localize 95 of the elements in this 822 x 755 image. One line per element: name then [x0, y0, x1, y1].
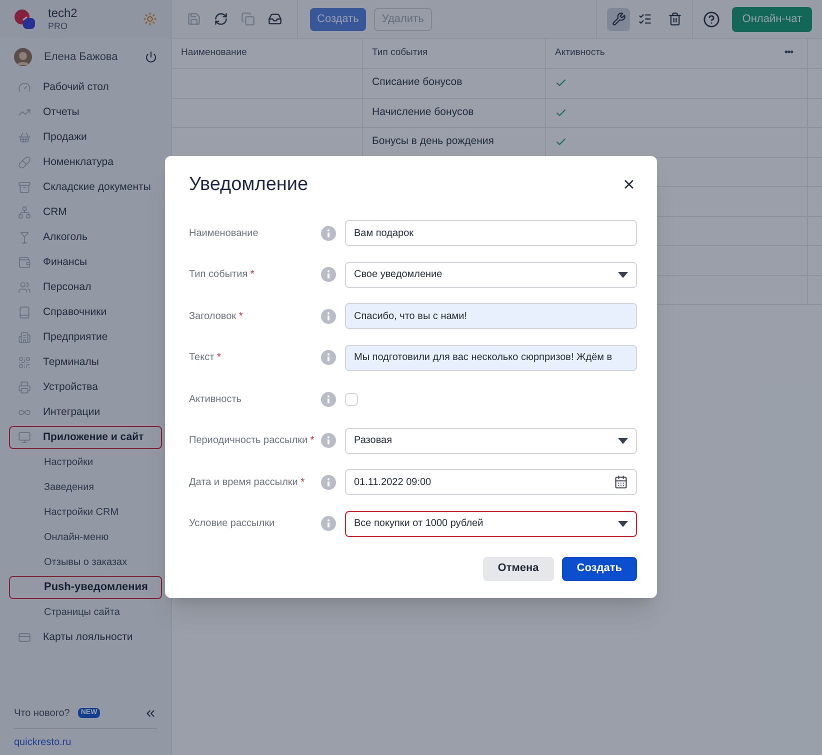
- qr-code-icon: [18, 356, 31, 369]
- info-icon[interactable]: [321, 267, 336, 282]
- info-icon[interactable]: [321, 226, 336, 240]
- confirm-button[interactable]: Создать: [562, 556, 637, 580]
- dropdown[interactable]: Все покупки от 1000 рублей: [345, 510, 637, 536]
- text-field[interactable]: Мы подготовили для вас несколько сюрпризов! Ждём в: [345, 344, 637, 370]
- info-icon[interactable]: [321, 433, 336, 448]
- inbox-icon[interactable]: [268, 12, 282, 26]
- refresh-icon[interactable]: [214, 12, 228, 26]
- card-icon: [18, 631, 31, 644]
- save-icon[interactable]: [187, 12, 201, 26]
- caret-icon: [618, 520, 628, 526]
- copy-icon[interactable]: [241, 12, 255, 26]
- sidebar-subitem[interactable]: Отзывы о заказах: [9, 551, 162, 574]
- avatar: [14, 48, 32, 66]
- dropdown[interactable]: Разовая: [345, 428, 637, 454]
- column-header[interactable]: Наименование: [181, 46, 247, 61]
- caret-icon: [618, 438, 628, 444]
- sidebar-item[interactable]: Персонал: [9, 276, 162, 299]
- pill-icon: [18, 156, 31, 169]
- sidebar-item[interactable]: Устройства: [9, 376, 162, 399]
- theme-icon[interactable]: [143, 12, 157, 26]
- info-icon[interactable]: [321, 350, 336, 365]
- sidebar-item[interactable]: Отчеты: [9, 101, 162, 124]
- building-icon: [18, 331, 31, 344]
- sidebar-subitem[interactable]: Заведения: [9, 476, 162, 499]
- monitor-icon: [18, 431, 31, 444]
- calendar-icon[interactable]: [614, 475, 628, 489]
- people-icon: [18, 281, 31, 294]
- archive-icon: [18, 181, 31, 194]
- text-field[interactable]: Вам подарок: [345, 220, 637, 246]
- sidebar-item[interactable]: Карты лояльности: [9, 626, 162, 649]
- sidebar-item[interactable]: Приложение и сайт: [9, 426, 162, 449]
- site-link[interactable]: quickresto.ru: [14, 734, 72, 750]
- caret-icon: [618, 272, 628, 278]
- create-button[interactable]: Создать: [310, 8, 366, 30]
- info-icon[interactable]: [321, 474, 336, 490]
- list-icon[interactable]: [638, 12, 652, 26]
- text-field[interactable]: Спасибо, что вы с нами!: [345, 303, 637, 329]
- info-icon[interactable]: [321, 308, 336, 324]
- logo-icon: [14, 8, 36, 30]
- field-label: Дата и время рассылки *: [189, 476, 306, 490]
- info-icon[interactable]: [321, 392, 336, 406]
- info-icon[interactable]: [321, 516, 336, 531]
- printer-icon: [18, 381, 31, 394]
- column-header[interactable]: Тип события: [372, 46, 428, 61]
- table-cell-text: Бонусы в день рождения: [372, 134, 494, 150]
- field-label: Наименование: [189, 226, 260, 240]
- sidebar-item[interactable]: Номенклатура: [9, 151, 162, 174]
- date-field[interactable]: 01.11.2022 09:00: [345, 469, 637, 495]
- gauge-icon: [18, 81, 31, 94]
- sidebar-item[interactable]: Справочники: [9, 301, 162, 324]
- sidebar-subitem[interactable]: Настройки CRM: [9, 501, 162, 524]
- hierarchy-icon: [18, 206, 31, 219]
- sidebar-item[interactable]: CRM: [9, 201, 162, 224]
- table-cell-text: Списание бонусов: [372, 75, 462, 90]
- sidebar-item[interactable]: Алкоголь: [9, 226, 162, 249]
- sidebar-item[interactable]: Терминалы: [9, 351, 162, 374]
- book-icon: [18, 306, 31, 319]
- close-button[interactable]: ×: [621, 175, 637, 195]
- sidebar-item[interactable]: Рабочий стол: [9, 76, 162, 99]
- basket-icon: [18, 131, 31, 144]
- field-label: Активность: [189, 392, 243, 406]
- power-icon[interactable]: [145, 51, 157, 63]
- user-name: Елена Бажова: [44, 50, 119, 65]
- wallet-icon: [18, 256, 31, 269]
- sidebar-subitem[interactable]: Настройки: [9, 451, 162, 474]
- field-label: Текст *: [189, 351, 222, 365]
- trash-icon[interactable]: [668, 12, 682, 26]
- glass-icon: [18, 231, 31, 244]
- whats-new-link[interactable]: Что нового?: [14, 706, 70, 720]
- help-icon[interactable]: [703, 10, 720, 28]
- sidebar-item[interactable]: Предприятие: [9, 326, 162, 349]
- field-label: Периодичность рассылки *: [189, 434, 316, 448]
- brand-name: tech2: [48, 6, 78, 21]
- field-label: Тип события *: [189, 268, 256, 282]
- checkbox[interactable]: [345, 392, 358, 406]
- field-label: Заголовок *: [189, 310, 244, 324]
- sidebar-item[interactable]: Интеграции: [9, 401, 162, 424]
- settings-tool[interactable]: [607, 8, 630, 30]
- table-cell-text: Начисление бонусов: [372, 104, 474, 120]
- dialog-title: Уведомление: [189, 172, 308, 197]
- dropdown[interactable]: Свое уведомление: [345, 262, 637, 288]
- cancel-button[interactable]: Отмена: [482, 556, 554, 580]
- plan-label: PRO: [48, 20, 69, 32]
- sidebar-subitem[interactable]: Страницы сайта: [9, 601, 162, 624]
- column-header[interactable]: Активность: [555, 46, 605, 61]
- sidebar-item[interactable]: Складские документы: [9, 176, 162, 199]
- sidebar-item[interactable]: Продажи: [9, 126, 162, 149]
- field-label: Условие рассылки: [189, 517, 276, 531]
- wrench-icon: [612, 12, 626, 26]
- sidebar-subitem[interactable]: Онлайн-меню: [9, 526, 162, 549]
- sidebar-item[interactable]: Финансы: [9, 251, 162, 274]
- more-button[interactable]: •••: [784, 46, 793, 61]
- sidebar-subitem[interactable]: Push-уведомления: [9, 576, 162, 599]
